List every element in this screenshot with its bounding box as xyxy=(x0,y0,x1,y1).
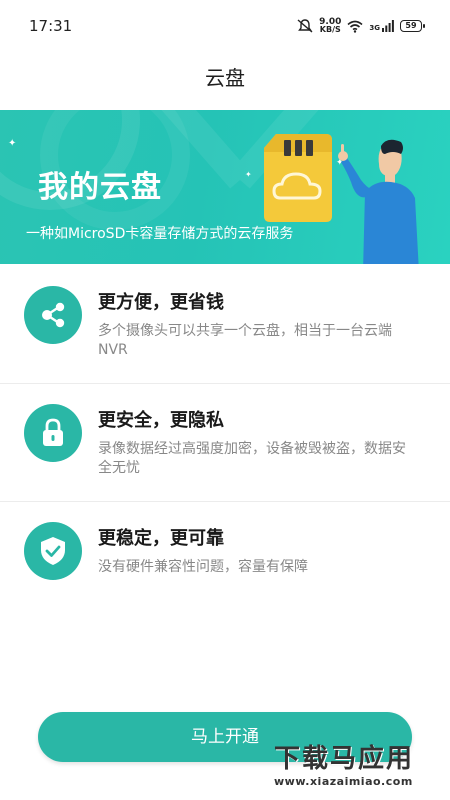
feature-title: 更安全，更隐私 xyxy=(98,410,224,431)
wifi-icon xyxy=(347,20,363,33)
status-time: 17:31 xyxy=(29,17,73,35)
share-icon xyxy=(24,286,82,344)
feature-description: 没有硬件兼容性问题，容量有保障 xyxy=(98,559,308,575)
site-watermark: 下载马应用 www.xiazaimiao.com xyxy=(274,738,444,798)
top-bar: 云盘 xyxy=(0,58,450,98)
feature-description: 录像数据经过高强度加密，设备被毁被盗，数据安全无忧 xyxy=(98,441,406,476)
sparkle-icon: ✦ xyxy=(8,138,17,149)
feature-item-stable: 更稳定，更可靠 没有硬件兼容性问题，容量有保障 xyxy=(0,502,450,620)
feature-title: 更方便，更省钱 xyxy=(98,292,224,313)
shield-check-icon xyxy=(24,522,82,580)
sd-card-icon xyxy=(264,134,332,222)
battery-icon: 59 xyxy=(400,20,425,32)
feature-item-secure: 更安全，更隐私 录像数据经过高强度加密，设备被毁被盗，数据安全无忧 xyxy=(0,384,450,502)
network-speed: 9.00 KB/S xyxy=(319,17,342,34)
promo-banner: ✦ ✦ ✦ 我的云盘 一种如MicroSD卡容量存储方式的云存服务 xyxy=(0,110,450,264)
feature-title: 更稳定，更可靠 xyxy=(98,528,224,549)
status-icons: 9.00 KB/S 3G 59 xyxy=(297,16,425,36)
cell-signal-icon: 3G xyxy=(369,20,394,32)
status-bar: 17:31 9.00 KB/S 3G 59 xyxy=(0,0,450,52)
watermark-url: www.xiazaimiao.com xyxy=(274,775,413,788)
banner-subtitle: 一种如MicroSD卡容量存储方式的云存服务 xyxy=(26,226,294,242)
lock-icon xyxy=(24,404,82,462)
feature-item-convenient: 更方便，更省钱 多个摄像头可以共享一个云盘，相当于一台云端NVR xyxy=(0,266,450,384)
feature-list: 更方便，更省钱 多个摄像头可以共享一个云盘，相当于一台云端NVR 更安全，更隐私… xyxy=(0,266,450,620)
silent-bell-icon xyxy=(297,19,313,33)
watermark-brand: 下载马应用 xyxy=(274,744,415,774)
feature-description: 多个摄像头可以共享一个云盘，相当于一台云端NVR xyxy=(98,323,392,358)
banner-heading: 我的云盘 xyxy=(38,170,162,205)
person-illustration xyxy=(338,139,419,264)
page-title: 云盘 xyxy=(205,66,245,90)
sparkle-icon: ✦ xyxy=(245,170,252,179)
